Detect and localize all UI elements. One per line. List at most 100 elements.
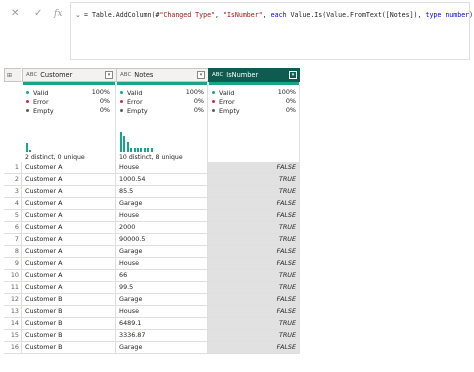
- notes-cell[interactable]: 99.5: [116, 282, 208, 294]
- status-dot-icon: [212, 91, 215, 94]
- notes-cell[interactable]: Garage: [116, 294, 208, 306]
- isnumber-cell[interactable]: TRUE: [208, 174, 300, 186]
- table-row[interactable]: 5 Customer A House FALSE: [4, 210, 300, 222]
- customer-cell[interactable]: Customer B: [22, 294, 116, 306]
- table-row[interactable]: 8 Customer A Garage FALSE: [4, 246, 300, 258]
- table-row[interactable]: 13 Customer B House FALSE: [4, 306, 300, 318]
- histogram-bar[interactable]: [26, 143, 28, 152]
- notes-cell[interactable]: 66: [116, 270, 208, 282]
- notes-cell[interactable]: House: [116, 258, 208, 270]
- notes-cell[interactable]: 85.5: [116, 186, 208, 198]
- customer-cell[interactable]: Customer A: [22, 162, 116, 174]
- histogram-bar[interactable]: [137, 148, 139, 152]
- histogram-bar[interactable]: [29, 149, 32, 152]
- notes-cell[interactable]: 2000: [116, 222, 208, 234]
- customer-cell[interactable]: Customer A: [22, 198, 116, 210]
- histogram-bar[interactable]: [126, 142, 129, 152]
- row-number: 1: [4, 162, 22, 174]
- filter-dropdown-icon[interactable]: ▾: [105, 71, 113, 79]
- type-text-icon[interactable]: ABC: [212, 72, 223, 78]
- notes-cell[interactable]: Garage: [116, 198, 208, 210]
- notes-cell[interactable]: Garage: [116, 342, 208, 354]
- filter-dropdown-icon[interactable]: ▾: [289, 71, 297, 79]
- notes-cell[interactable]: House: [116, 210, 208, 222]
- type-text-icon[interactable]: ABC: [120, 72, 131, 78]
- customer-cell[interactable]: Customer A: [22, 270, 116, 282]
- histogram-bar[interactable]: [140, 148, 143, 152]
- notes-cell[interactable]: Garage: [116, 246, 208, 258]
- distribution-histogram: [120, 132, 180, 152]
- table-row[interactable]: 12 Customer B Garage FALSE: [4, 294, 300, 306]
- customer-cell[interactable]: Customer A: [22, 282, 116, 294]
- notes-cell[interactable]: 1000.54: [116, 174, 208, 186]
- formula-text[interactable]: = Table.AddColumn(#"Changed Type", "IsNu…: [84, 11, 473, 19]
- table-row[interactable]: 9 Customer A House FALSE: [4, 258, 300, 270]
- table-row[interactable]: 2 Customer A 1000.54 TRUE: [4, 174, 300, 186]
- notes-cell[interactable]: 90000.5: [116, 234, 208, 246]
- customer-cell[interactable]: Customer B: [22, 306, 116, 318]
- histogram-bar[interactable]: [150, 148, 153, 152]
- isnumber-cell[interactable]: TRUE: [208, 318, 300, 330]
- table-row[interactable]: 11 Customer A 99.5 TRUE: [4, 282, 300, 294]
- formula-string: "Changed Type": [159, 11, 216, 19]
- isnumber-cell[interactable]: TRUE: [208, 270, 300, 282]
- isnumber-cell[interactable]: TRUE: [208, 186, 300, 198]
- isnumber-cell[interactable]: TRUE: [208, 222, 300, 234]
- cancel-icon[interactable]: ✕: [11, 9, 19, 19]
- isnumber-cell[interactable]: FALSE: [208, 246, 300, 258]
- customer-cell[interactable]: Customer A: [22, 174, 116, 186]
- customer-cell[interactable]: Customer B: [22, 342, 116, 354]
- column-header-customer[interactable]: ABC Customer ▾: [22, 68, 116, 82]
- customer-cell[interactable]: Customer A: [22, 186, 116, 198]
- isnumber-cell[interactable]: FALSE: [208, 294, 300, 306]
- isnumber-cell[interactable]: FALSE: [208, 306, 300, 318]
- chevron-icon[interactable]: ⌄: [75, 11, 81, 19]
- table-row[interactable]: 15 Customer B 3336.87 TRUE: [4, 330, 300, 342]
- type-text-icon[interactable]: ABC: [26, 72, 37, 78]
- customer-cell[interactable]: Customer A: [22, 210, 116, 222]
- profile-valid-label: Valid: [212, 88, 234, 97]
- isnumber-cell[interactable]: FALSE: [208, 258, 300, 270]
- formula-input[interactable]: ⌄ = Table.AddColumn(#"Changed Type", "Is…: [70, 2, 473, 60]
- table-row[interactable]: 3 Customer A 85.5 TRUE: [4, 186, 300, 198]
- commit-icon[interactable]: ✓: [34, 9, 42, 19]
- histogram-bar[interactable]: [123, 135, 126, 152]
- table-row[interactable]: 16 Customer B Garage FALSE: [4, 342, 300, 354]
- table-row[interactable]: 4 Customer A Garage FALSE: [4, 198, 300, 210]
- notes-cell[interactable]: House: [116, 162, 208, 174]
- histogram-bar[interactable]: [143, 148, 146, 152]
- isnumber-cell[interactable]: FALSE: [208, 342, 300, 354]
- customer-cell[interactable]: Customer B: [22, 330, 116, 342]
- column-header-isnumber[interactable]: ABC IsNumber ▾: [208, 68, 300, 82]
- histogram-bar[interactable]: [120, 132, 122, 152]
- histogram-bar[interactable]: [133, 148, 136, 152]
- table-row[interactable]: 10 Customer A 66 TRUE: [4, 270, 300, 282]
- notes-cell[interactable]: 6489.1: [116, 318, 208, 330]
- customer-cell[interactable]: Customer B: [22, 318, 116, 330]
- filter-dropdown-icon[interactable]: ▾: [197, 71, 205, 79]
- isnumber-cell[interactable]: FALSE: [208, 198, 300, 210]
- customer-cell[interactable]: Customer A: [22, 234, 116, 246]
- table-row[interactable]: 14 Customer B 6489.1 TRUE: [4, 318, 300, 330]
- histogram-bar[interactable]: [147, 148, 150, 152]
- isnumber-cell[interactable]: TRUE: [208, 330, 300, 342]
- histogram-bar[interactable]: [130, 148, 133, 152]
- profile-valid-row: Valid 100%: [26, 88, 110, 97]
- table-row[interactable]: 1 Customer A House FALSE: [4, 162, 300, 174]
- table-row[interactable]: 6 Customer A 2000 TRUE: [4, 222, 300, 234]
- isnumber-cell[interactable]: FALSE: [208, 162, 300, 174]
- customer-cell[interactable]: Customer A: [22, 246, 116, 258]
- status-dot-icon: [120, 109, 123, 112]
- column-header-notes[interactable]: ABC Notes ▾: [116, 68, 208, 82]
- table-menu-button[interactable]: ⊞: [4, 68, 21, 82]
- profile-empty-row: Empty 0%: [120, 106, 204, 115]
- isnumber-cell[interactable]: TRUE: [208, 234, 300, 246]
- table-row[interactable]: 7 Customer A 90000.5 TRUE: [4, 234, 300, 246]
- customer-cell[interactable]: Customer A: [22, 258, 116, 270]
- notes-cell[interactable]: 3336.87: [116, 330, 208, 342]
- notes-cell[interactable]: House: [116, 306, 208, 318]
- table-icon: ⊞: [7, 71, 13, 79]
- isnumber-cell[interactable]: FALSE: [208, 210, 300, 222]
- customer-cell[interactable]: Customer A: [22, 222, 116, 234]
- isnumber-cell[interactable]: TRUE: [208, 282, 300, 294]
